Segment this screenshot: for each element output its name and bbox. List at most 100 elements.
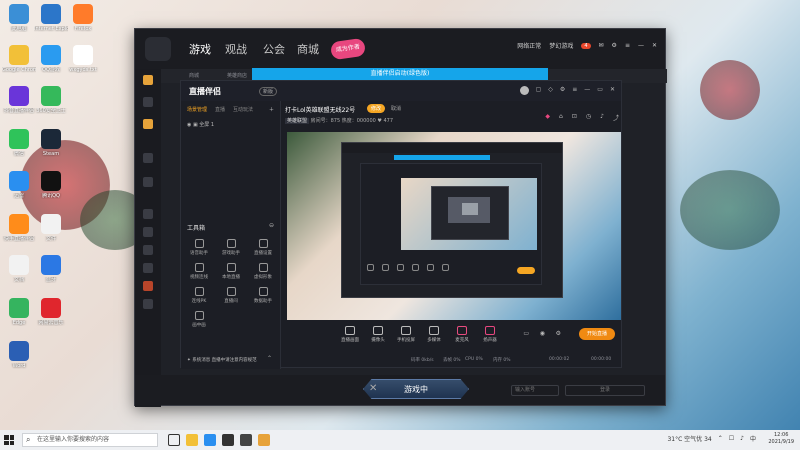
minimize-icon[interactable]: — bbox=[584, 86, 590, 95]
cancel-queue-icon[interactable]: ✕ bbox=[369, 382, 383, 396]
settings-icon[interactable]: ⚙ bbox=[612, 42, 617, 49]
subnav-heroes[interactable]: 英雄商店 bbox=[227, 72, 247, 79]
screen-capture-button[interactable]: 直播画面 bbox=[337, 326, 363, 343]
promo-badge[interactable]: 成为作者 bbox=[329, 37, 367, 61]
toolbox-item[interactable]: 直播设置 bbox=[249, 239, 277, 256]
volume-icon[interactable]: ♪ bbox=[740, 435, 744, 442]
streaming-app-icon[interactable] bbox=[240, 434, 252, 446]
file-explorer-icon[interactable] bbox=[186, 434, 198, 446]
toolbox-item[interactable]: 本地直播 bbox=[217, 263, 245, 280]
sidebar-item-icon[interactable] bbox=[143, 209, 153, 219]
account-input[interactable]: 输入账号 bbox=[511, 385, 559, 396]
nav-guild[interactable]: 公会 bbox=[263, 41, 285, 57]
message-icon[interactable]: ▢ bbox=[536, 86, 542, 95]
sidebar-friends-icon[interactable] bbox=[143, 97, 153, 107]
lock-icon[interactable]: ⊡ bbox=[572, 113, 577, 122]
close-icon[interactable]: ✕ bbox=[652, 42, 657, 49]
desktop-icon[interactable]: 快手直播伴侣 bbox=[2, 214, 36, 242]
subnav-shop[interactable]: 商城 bbox=[189, 72, 199, 79]
toolbox-collapse-icon[interactable]: ⊖ bbox=[269, 222, 274, 229]
sidebar-item-icon[interactable] bbox=[143, 177, 153, 187]
desktop-icon[interactable]: Google Chrome bbox=[2, 44, 36, 73]
sidebar-game-icon[interactable] bbox=[143, 75, 153, 85]
taskbar-search-input[interactable]: 在这里输入你要搜索的内容 bbox=[22, 433, 158, 447]
game-launcher-icon[interactable] bbox=[222, 434, 234, 446]
settings-icon[interactable]: ⚙ bbox=[556, 330, 561, 337]
toolbox-item[interactable]: 数据助手 bbox=[249, 287, 277, 304]
desktop-icon[interactable]: 此电脑 bbox=[2, 4, 36, 32]
link-icon[interactable]: ⌂ bbox=[559, 113, 563, 122]
gift-icon[interactable]: ◆ bbox=[545, 113, 550, 122]
lock-icon[interactable]: ▣ bbox=[193, 122, 198, 128]
sidebar-item-icon[interactable] bbox=[143, 263, 153, 273]
user-name[interactable]: 梦幻游戏 bbox=[549, 41, 573, 50]
nav-games[interactable]: 游戏 bbox=[189, 41, 211, 57]
login-button[interactable]: 登录 bbox=[565, 385, 645, 396]
ime-icon[interactable]: 中 bbox=[750, 434, 756, 443]
edge-icon[interactable] bbox=[204, 434, 216, 446]
start-menu-icon[interactable] bbox=[4, 435, 14, 445]
sidebar-item-icon[interactable] bbox=[143, 227, 153, 237]
toolbox-item[interactable]: 画中画 bbox=[185, 311, 213, 328]
desktop-icon[interactable]: 文档 bbox=[2, 255, 36, 283]
tab-interaction[interactable]: 互动玩法 bbox=[233, 106, 253, 113]
scene-item[interactable]: ◉ ▣ 全屏 1 bbox=[187, 121, 214, 128]
media-button[interactable]: 多媒体 bbox=[421, 326, 447, 343]
stream-preview[interactable] bbox=[287, 132, 621, 320]
desktop-icon[interactable]: 文件 bbox=[34, 214, 68, 242]
toolbox-item[interactable]: 虚拟形象 bbox=[249, 263, 277, 280]
desktop-icon[interactable]: Word bbox=[2, 340, 36, 369]
settings-icon[interactable]: ⚙ bbox=[560, 86, 565, 95]
tab-live[interactable]: 直播 bbox=[215, 106, 225, 113]
mail-icon[interactable]: ✉ bbox=[599, 42, 604, 49]
toolbox-item[interactable]: 连线PK bbox=[185, 287, 213, 304]
menu-icon[interactable]: ≡ bbox=[625, 42, 630, 49]
minimize-icon[interactable]: — bbox=[638, 42, 644, 49]
camera-button[interactable]: 摄像头 bbox=[365, 326, 391, 343]
desktop-icon[interactable]: 微信 bbox=[2, 128, 36, 157]
tab-scenes[interactable]: 场景管理 bbox=[187, 106, 207, 113]
preview-eye-icon[interactable]: ◉ bbox=[540, 330, 545, 337]
camera-icon[interactable]: ▭ bbox=[523, 330, 529, 337]
desktop-icon[interactable]: 迅雷 bbox=[2, 171, 36, 199]
visibility-icon[interactable]: ◉ bbox=[187, 122, 191, 128]
toolbox-item[interactable]: 语音助手 bbox=[185, 239, 213, 256]
sidebar-item-icon[interactable] bbox=[143, 245, 153, 255]
add-scene-icon[interactable]: ＋ bbox=[269, 106, 274, 113]
nav-shop[interactable]: 商城 bbox=[297, 41, 319, 57]
desktop-icon[interactable]: wxgyds.txt bbox=[66, 44, 100, 73]
close-icon[interactable]: ✕ bbox=[610, 86, 615, 95]
maximize-icon[interactable]: ▭ bbox=[597, 86, 603, 95]
share-icon[interactable]: ⤴ bbox=[613, 113, 619, 122]
up-arrow-icon[interactable]: ⌃ bbox=[718, 435, 723, 442]
toolbox-item[interactable]: 游戏助手 bbox=[217, 239, 245, 256]
desktop-icon[interactable]: 抖音直播伴侣 bbox=[2, 85, 36, 114]
speaker-button[interactable]: 扬声器 bbox=[477, 326, 503, 343]
microphone-button[interactable]: 麦克风 bbox=[449, 326, 475, 343]
desktop-icon[interactable]: 腾讯QQ bbox=[34, 171, 68, 199]
desktop-icon[interactable]: 蓝牙 bbox=[34, 255, 68, 283]
avatar[interactable] bbox=[519, 86, 529, 95]
sidebar-item-icon[interactable] bbox=[143, 281, 153, 291]
start-live-button[interactable]: 开始直播 bbox=[579, 328, 615, 340]
toolbox-item[interactable]: 直播间 bbox=[217, 287, 245, 304]
desktop-icon[interactable]: 网易云音乐 bbox=[34, 297, 68, 326]
desktop-icon[interactable]: Steam bbox=[34, 128, 68, 157]
sidebar-item-icon[interactable] bbox=[143, 153, 153, 163]
edit-title-button[interactable]: 修改 bbox=[367, 104, 386, 113]
phone-cast-button[interactable]: 手机投屏 bbox=[393, 326, 419, 343]
bell-icon[interactable]: ♪ bbox=[600, 113, 604, 122]
desktop-icon[interactable]: 360安全卫士 bbox=[34, 85, 68, 114]
desktop-icon[interactable]: QQ游戏 bbox=[34, 44, 68, 73]
sidebar-item-icon[interactable] bbox=[143, 299, 153, 309]
desktop-icon[interactable]: Firefox bbox=[66, 4, 100, 32]
network-icon[interactable]: ☐ bbox=[729, 435, 734, 442]
taskbar-clock[interactable]: 12:06 2021/9/19 bbox=[768, 432, 794, 446]
cancel-edit-button[interactable]: 取消 bbox=[391, 105, 401, 112]
gift-icon[interactable]: ◇ bbox=[548, 86, 553, 95]
clock-icon[interactable]: ◷ bbox=[586, 113, 591, 122]
toolbox-item[interactable]: 视频连线 bbox=[185, 263, 213, 280]
weather-status[interactable]: 31°C 空气优 34 bbox=[667, 434, 711, 443]
sidebar-tool-icon[interactable] bbox=[143, 119, 153, 129]
category-label[interactable]: 英雄联盟 bbox=[285, 118, 310, 124]
